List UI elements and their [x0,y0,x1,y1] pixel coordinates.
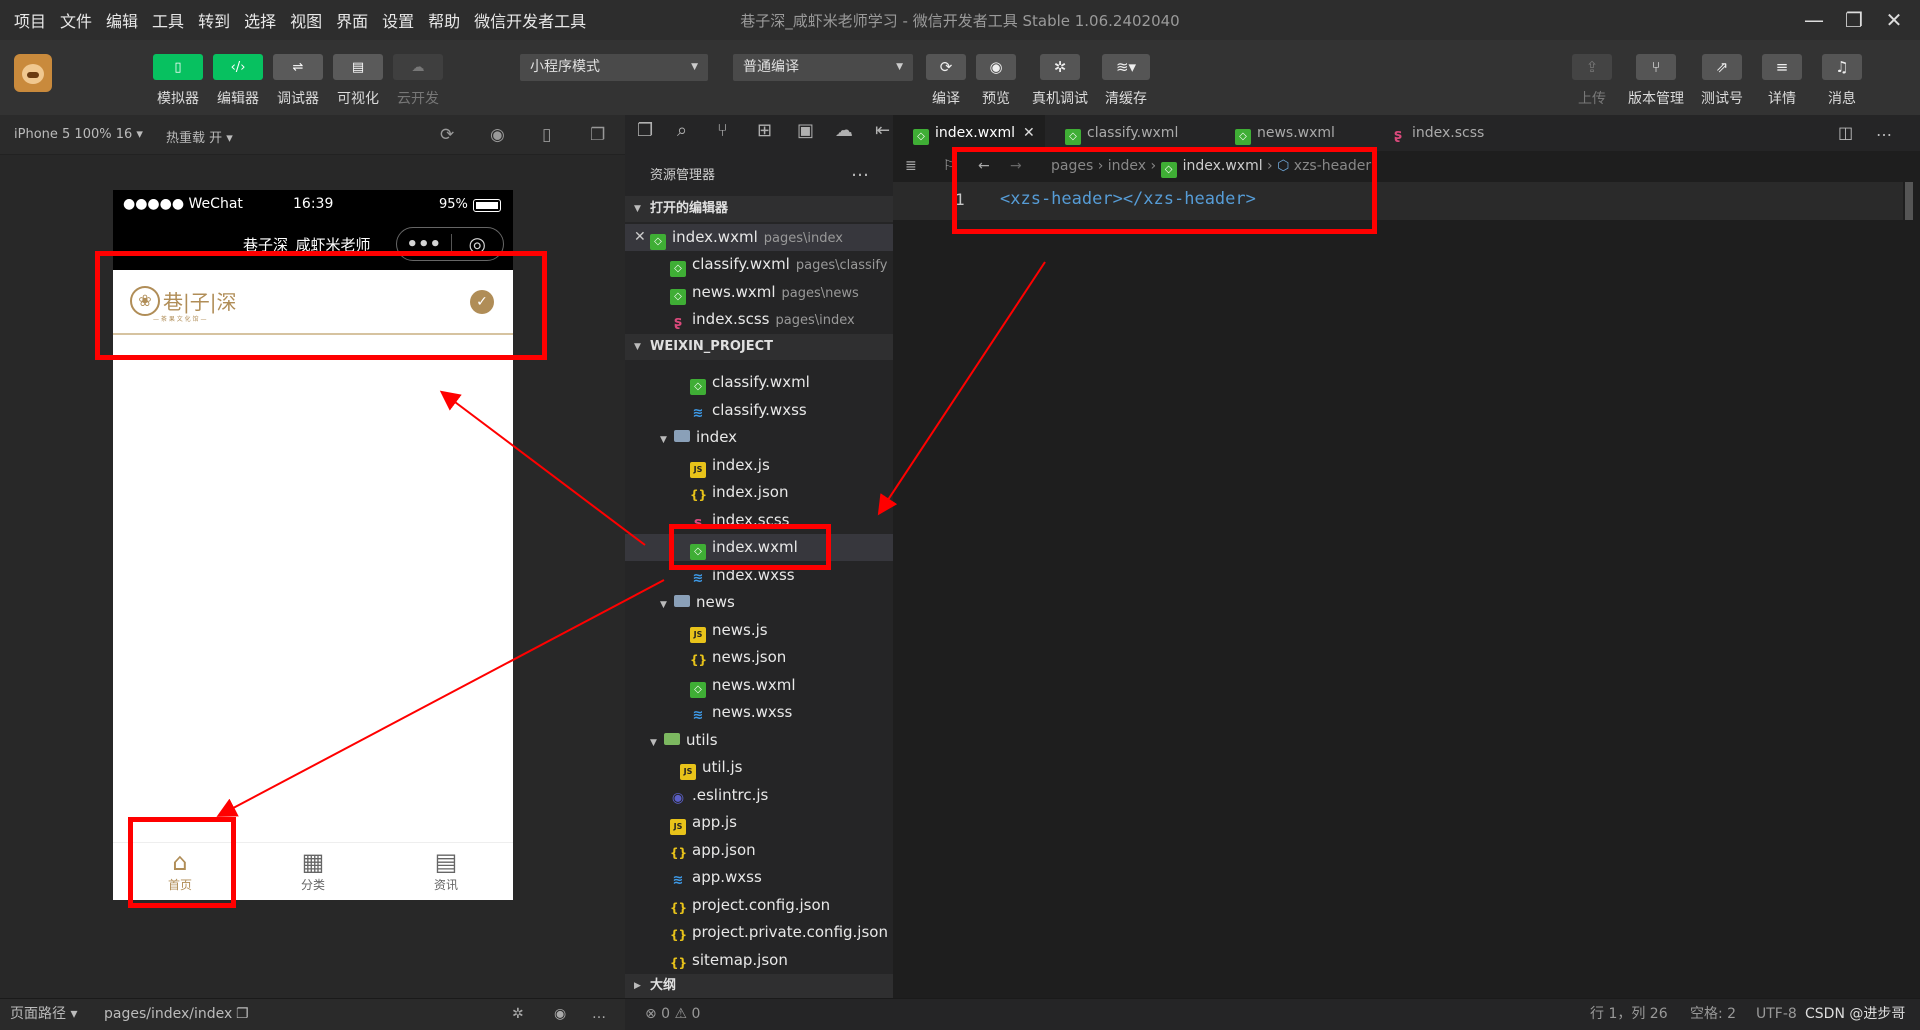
arrow-file-to-header [439,390,646,546]
arrow-file-to-tab [216,579,665,817]
arrow-code-to-file [877,261,1046,516]
annotation-arrows [216,261,1046,817]
